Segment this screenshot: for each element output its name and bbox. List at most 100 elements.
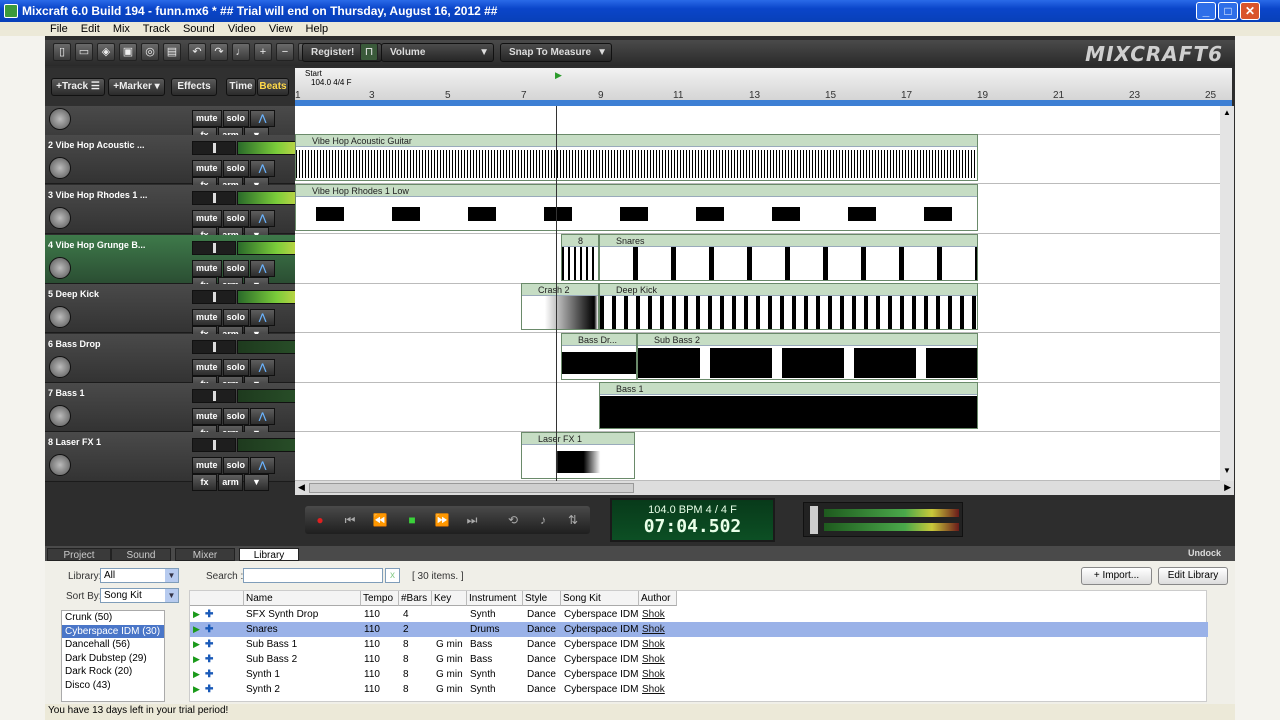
scrollbar-thumb[interactable] xyxy=(309,483,634,493)
save-icon[interactable]: ▣ xyxy=(119,43,137,61)
volume-slider[interactable] xyxy=(192,141,236,155)
menu-video[interactable]: Video xyxy=(228,23,256,35)
track-name[interactable]: 4 Vibe Hop Grunge B... xyxy=(48,240,148,250)
menu-view[interactable]: View xyxy=(269,23,293,35)
track-row-7[interactable]: 7 Bass 1 mutesolo⋀fxarm▼ xyxy=(45,383,335,442)
cell-author-link[interactable]: Shok xyxy=(642,667,665,682)
add-to-project-icon[interactable]: ✚ xyxy=(205,667,213,682)
instrument-knob-icon[interactable] xyxy=(49,356,71,378)
volume-slider[interactable] xyxy=(192,340,236,354)
loop-icon[interactable]: ⟲ xyxy=(500,510,526,530)
table-header[interactable]: #Bars xyxy=(399,591,432,606)
menu-help[interactable]: Help xyxy=(306,23,329,35)
track-name[interactable]: 6 Bass Drop xyxy=(48,339,148,349)
track-name[interactable]: 7 Bass 1 xyxy=(48,388,148,398)
automation-icon[interactable]: ⋀ xyxy=(250,260,276,277)
table-header[interactable]: Name xyxy=(244,591,361,606)
clip-snares[interactable]: Snares xyxy=(599,234,978,281)
add-to-project-icon[interactable]: ✚ xyxy=(205,637,213,652)
clip-laser-fx[interactable]: Laser FX 1 xyxy=(521,432,635,479)
instrument-knob-icon[interactable] xyxy=(49,257,71,279)
search-input[interactable] xyxy=(243,568,383,583)
edit-library-button[interactable]: Edit Library xyxy=(1158,567,1228,585)
clear-search-icon[interactable]: x xyxy=(385,568,400,583)
zoom-in-icon[interactable]: + xyxy=(254,43,272,61)
clip-sub-bass-2[interactable]: Sub Bass 2 xyxy=(637,333,978,380)
beats-button[interactable]: Beats xyxy=(257,78,289,96)
snap-dropdown[interactable]: Snap To Measure ▼ xyxy=(500,43,612,62)
automation-icon[interactable]: ⋀ xyxy=(250,210,276,227)
volume-dropdown[interactable]: Volume ▼ xyxy=(381,43,494,62)
start-marker[interactable]: Start xyxy=(305,69,322,78)
tab-project[interactable]: Project xyxy=(47,548,111,561)
to-start-icon[interactable]: ⏮ xyxy=(337,510,363,530)
add-to-project-icon[interactable]: ✚ xyxy=(205,652,213,667)
lock-icon[interactable]: ⊓ xyxy=(360,43,378,61)
menu-edit[interactable]: Edit xyxy=(81,23,100,35)
menu-track[interactable]: Track xyxy=(143,23,170,35)
metronome-icon[interactable]: ♩ xyxy=(232,43,250,61)
table-header[interactable]: Song Kit xyxy=(561,591,639,606)
close-button[interactable]: ✕ xyxy=(1240,2,1260,20)
automation-icon[interactable]: ⋀ xyxy=(250,160,276,177)
track-row-6[interactable]: 6 Bass Drop mutesolo⋀fxarm▼ xyxy=(45,334,335,393)
track-name[interactable]: 5 Deep Kick xyxy=(48,289,148,299)
track-menu-icon[interactable]: ▼ xyxy=(244,474,269,491)
song-kit-list[interactable]: Crunk (50) Cyberspace IDM (30) Dancehall… xyxy=(61,610,165,702)
metronome-toggle-icon[interactable]: ♪ xyxy=(530,510,556,530)
playhead-marker-icon[interactable]: ▶ xyxy=(555,70,562,81)
table-row[interactable]: ▶ ✚ Sub Bass 2 110 8 G min Bass Dance Cyberspac… xyxy=(190,652,1208,667)
table-row[interactable]: ▶ ✚ Synth 1 110 8 G min Synth Dance Cyberspace … xyxy=(190,667,1208,682)
automation-icon[interactable]: ⋀ xyxy=(250,110,276,127)
instrument-knob-icon[interactable] xyxy=(49,454,71,476)
list-item[interactable]: Disco (43) xyxy=(62,679,164,693)
menu-sound[interactable]: Sound xyxy=(183,23,215,35)
table-header[interactable]: Instrument xyxy=(467,591,523,606)
clip-deep-kick[interactable]: Deep Kick xyxy=(599,283,978,330)
save-all-icon[interactable]: ◈ xyxy=(97,43,115,61)
clip-vibe-hop-guitar[interactable]: Vibe Hop Acoustic Guitar xyxy=(295,134,978,181)
table-row[interactable]: ▶ ✚ Synth 2 110 8 G min Synth Dance Cyberspace … xyxy=(190,682,1208,697)
record-icon[interactable]: ● xyxy=(307,510,333,530)
list-item[interactable]: Dark Rock (20) xyxy=(62,665,164,679)
automation-icon[interactable]: ⋀ xyxy=(250,408,276,425)
new-icon[interactable]: ▯ xyxy=(53,43,71,61)
play-preview-icon[interactable]: ▶ xyxy=(193,607,200,622)
automation-icon[interactable]: ⋀ xyxy=(250,457,276,474)
list-item[interactable]: Cyberspace IDM (30) xyxy=(62,624,164,638)
solo-button[interactable]: solo xyxy=(222,309,250,326)
list-item[interactable]: Dancehall (56) xyxy=(62,638,164,652)
table-row[interactable]: ▶ ✚ SFX Synth Drop 110 4 Synth Dance Cyberspac… xyxy=(190,607,1208,622)
mute-button[interactable]: mute xyxy=(192,408,222,425)
mute-button[interactable]: mute xyxy=(192,260,222,277)
scroll-up-icon[interactable]: ▲ xyxy=(1223,108,1231,117)
arrangement-area[interactable]: Vibe Hop Acoustic Guitar Vibe Hop Rhodes… xyxy=(295,106,1220,481)
table-header[interactable]: Style xyxy=(523,591,561,606)
record-cd-icon[interactable]: ◎ xyxy=(141,43,159,61)
list-item[interactable]: Crunk (50) xyxy=(62,611,164,625)
instrument-knob-icon[interactable] xyxy=(49,108,71,130)
play-preview-icon[interactable]: ▶ xyxy=(193,667,200,682)
automation-icon[interactable]: ⋀ xyxy=(250,309,276,326)
clip-crash[interactable]: Crash 2 xyxy=(521,283,599,330)
sort-dropdown[interactable]: Song Kit ▼ xyxy=(100,588,179,603)
mixdown-icon[interactable]: ▤ xyxy=(163,43,181,61)
solo-button[interactable]: solo xyxy=(222,260,250,277)
arm-button[interactable]: arm xyxy=(218,474,243,491)
play-preview-icon[interactable]: ▶ xyxy=(193,652,200,667)
mute-button[interactable]: mute xyxy=(192,160,222,177)
instrument-knob-icon[interactable] xyxy=(49,157,71,179)
add-to-project-icon[interactable]: ✚ xyxy=(205,682,213,697)
import-button[interactable]: + Import... xyxy=(1081,567,1152,585)
volume-slider[interactable] xyxy=(192,191,236,205)
solo-button[interactable]: solo xyxy=(222,359,250,376)
table-header[interactable]: Tempo xyxy=(361,591,399,606)
minimize-button[interactable]: _ xyxy=(1196,2,1216,20)
track-row-5[interactable]: 5 Deep Kick mutesolo⋀fxarm▼ xyxy=(45,284,335,343)
track-name[interactable]: 2 Vibe Hop Acoustic ... xyxy=(48,140,148,150)
solo-button[interactable]: solo xyxy=(222,210,250,227)
menu-file[interactable]: File xyxy=(50,23,68,35)
track-row-2[interactable]: 2 Vibe Hop Acoustic ... mutesolo⋀fxarm▼ xyxy=(45,135,335,194)
table-header[interactable]: Key xyxy=(432,591,467,606)
automation-icon[interactable]: ⋀ xyxy=(250,359,276,376)
